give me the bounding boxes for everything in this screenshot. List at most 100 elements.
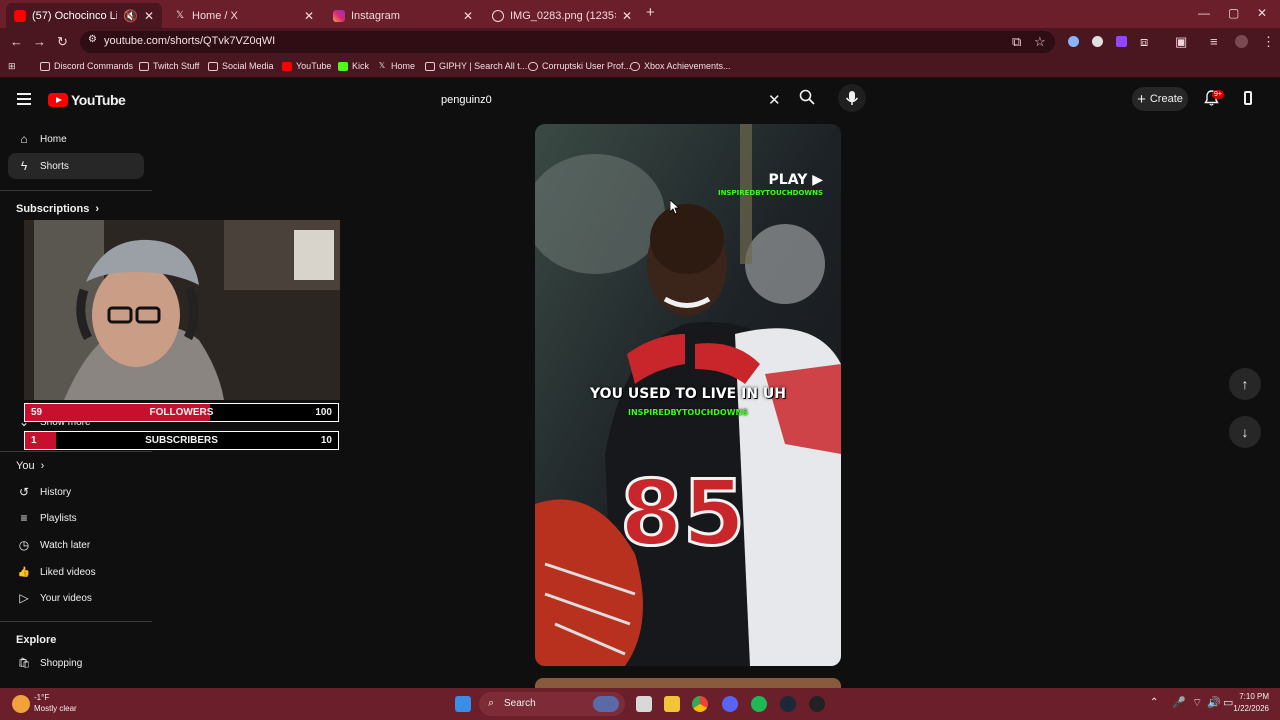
previous-short-button[interactable]: ↑ (1229, 368, 1261, 400)
spotify-icon[interactable] (751, 696, 767, 712)
svg-text:85: 85 (620, 461, 745, 566)
address-bar[interactable]: ⚙ youtube.com/shorts/QTvk7VZ0qWI (80, 31, 1055, 53)
twitch-extension-icon[interactable] (1116, 36, 1127, 47)
close-tab-icon[interactable]: ✕ (622, 9, 632, 23)
profile-avatar[interactable] (1235, 35, 1248, 48)
search-icon[interactable] (799, 89, 815, 109)
windows-start-icon[interactable] (455, 696, 471, 712)
folder-icon (208, 61, 218, 71)
bookmarks-bar: ⊞ Discord Commands Twitch Stuff Social M… (0, 56, 1280, 78)
folder-icon (139, 61, 149, 71)
chrome-icon[interactable] (692, 696, 708, 712)
bookmark-link[interactable]: Kick (338, 61, 369, 71)
task-view-icon[interactable] (636, 696, 652, 712)
followers-goal-bar: FOLLOWERS 59 100 (24, 403, 339, 422)
new-tab-button[interactable]: + (646, 4, 655, 21)
sidebar-item-your-videos[interactable]: ▷ Your videos (8, 585, 144, 611)
next-short-button[interactable]: ↓ (1229, 416, 1261, 448)
sidebar-subscriptions-header[interactable]: Subscriptions › (16, 203, 99, 215)
search-highlight-icon (593, 696, 619, 712)
reload-icon[interactable]: ↻ (57, 34, 68, 50)
bookmark-star-icon[interactable]: ☆ (1034, 34, 1046, 50)
bookmark-link[interactable]: Xbox Achievements... (630, 61, 731, 71)
followers-goal: 100 (315, 407, 332, 418)
close-tab-icon[interactable]: ✕ (144, 9, 154, 23)
file-explorer-icon[interactable] (664, 696, 680, 712)
minimize-button[interactable]: — (1198, 6, 1210, 20)
sidebar-item-liked-videos[interactable]: 👍 Liked videos (8, 559, 144, 585)
mute-icon[interactable]: 🔇 (123, 9, 138, 23)
voice-search-icon[interactable] (838, 84, 866, 112)
discord-icon[interactable] (722, 696, 738, 712)
close-tab-icon[interactable]: ✕ (463, 9, 473, 23)
sidebar-item-shopping[interactable]: 🛍 Shopping (8, 650, 144, 676)
apps-grid-icon[interactable]: ⊞ (8, 61, 16, 72)
sidebar-item-home[interactable]: ⌂ Home (8, 126, 144, 152)
sidebar-explore-header: Explore (16, 634, 57, 646)
media-control-icon[interactable]: ≡ (1210, 34, 1218, 49)
next-short-preview[interactable] (535, 678, 841, 688)
bookmark-link[interactable]: 𝕏 Home (377, 61, 415, 71)
close-window-button[interactable]: ✕ (1257, 6, 1267, 20)
tray-chevron-icon[interactable]: ⌃ (1150, 697, 1158, 708)
search-input[interactable]: penguinz0 (428, 84, 790, 114)
bookmark-folder[interactable]: Twitch Stuff (139, 61, 199, 71)
sidebar-item-shorts[interactable]: ϟ Shorts (8, 153, 144, 179)
url-text: youtube.com/shorts/QTvk7VZ0qWI (104, 35, 276, 47)
youtube-logo[interactable]: YouTube (48, 92, 126, 108)
subscribers-goal-label: SUBSCRIBERS (145, 435, 218, 446)
hamburger-menu-icon[interactable] (17, 93, 31, 105)
create-button[interactable]: + Create (1132, 87, 1188, 111)
youtube-play-icon (48, 93, 68, 107)
extension-icon[interactable] (1092, 36, 1103, 47)
microphone-icon[interactable]: 🎤 (1172, 696, 1186, 709)
x-favicon-icon: 𝕏 (175, 9, 185, 21)
tab-image[interactable]: IMG_0283.png (1235×960) ✕ (484, 3, 640, 28)
extension-icon[interactable] (1068, 36, 1079, 47)
home-icon: ⌂ (20, 132, 28, 146)
sidebar-item-label: Watch later (40, 539, 91, 551)
forward-icon[interactable]: → (33, 34, 46, 49)
tab-x-home[interactable]: 𝕏 Home / X ✕ (166, 3, 322, 28)
search-input-value: penguinz0 (441, 94, 492, 106)
clock-date[interactable]: 1/22/2026 (1220, 704, 1269, 713)
webcam-feed-image (24, 220, 340, 400)
extensions-puzzle-icon[interactable]: ⧈ (1140, 34, 1148, 50)
site-info-icon[interactable]: ⚙ (88, 34, 97, 45)
split-view-icon[interactable]: ▣ (1175, 34, 1187, 50)
bookmark-folder[interactable]: Discord Commands (40, 61, 133, 71)
clear-search-icon[interactable]: ✕ (768, 91, 781, 109)
obs-icon[interactable] (809, 696, 825, 712)
wifi-icon[interactable]: ⌔ (1192, 696, 1202, 710)
bookmark-link[interactable]: YouTube (282, 61, 331, 71)
chevron-right-icon: › (95, 203, 100, 215)
account-avatar[interactable] (1244, 91, 1252, 105)
followers-goal-label: FOLLOWERS (149, 407, 214, 418)
steam-icon[interactable] (780, 696, 796, 712)
tab-youtube[interactable]: (57) Ochocinco Lived In Th 🔇 ✕ (6, 3, 162, 28)
back-icon[interactable]: ← (10, 34, 23, 49)
xbox-icon (630, 61, 640, 71)
clock-time[interactable]: 7:10 PM (1229, 692, 1269, 701)
shorts-video-player[interactable]: 85 PLAY ▶ INSPIREDBYTOUCHDOWNS YOU USED … (535, 124, 841, 666)
kick-icon (338, 61, 348, 71)
bookmark-link[interactable]: GIPHY | Search All t... (425, 61, 527, 71)
bookmark-folder[interactable]: Social Media (208, 61, 274, 71)
maximize-button[interactable]: ▢ (1228, 6, 1239, 20)
sidebar-item-history[interactable]: ↺ History (8, 479, 144, 505)
sidebar-item-playlists[interactable]: ≡ Playlists (8, 505, 144, 531)
sidebar-item-label: History (40, 486, 72, 498)
subscribers-current: 1 (31, 435, 37, 446)
sidebar-you-header[interactable]: You › (16, 460, 44, 472)
taskbar-search-box[interactable]: ⌕ Search (479, 692, 625, 716)
menu-kebab-icon[interactable]: ⋮ (1262, 34, 1275, 50)
close-tab-icon[interactable]: ✕ (304, 9, 314, 23)
install-app-icon[interactable]: ⧉ (1012, 34, 1021, 50)
weather-icon[interactable] (12, 695, 30, 713)
volume-icon[interactable]: 🔊 (1207, 696, 1221, 709)
sidebar-item-watch-later[interactable]: ◷ Watch later (8, 532, 144, 558)
tab-instagram[interactable]: Instagram ✕ (325, 3, 481, 28)
bookmark-link[interactable]: Corruptski User Prof... (528, 61, 631, 71)
shopping-icon: 🛍 (17, 657, 31, 669)
sidebar-item-label: Playlists (40, 512, 77, 524)
